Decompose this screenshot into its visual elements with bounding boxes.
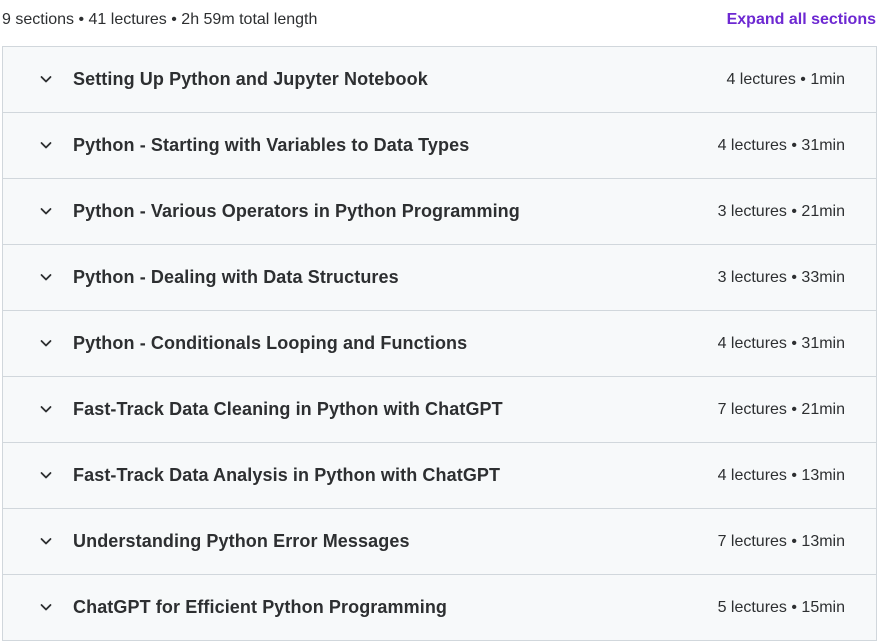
section-row[interactable]: Setting Up Python and Jupyter Notebook 4… — [3, 47, 876, 113]
section-meta: 7 lectures • 21min — [717, 400, 845, 418]
section-title: Understanding Python Error Messages — [73, 531, 410, 551]
chevron-down-icon — [39, 402, 53, 416]
section-title: Fast-Track Data Cleaning in Python with … — [73, 399, 503, 419]
section-meta: 3 lectures • 21min — [717, 202, 845, 220]
section-title: ChatGPT for Efficient Python Programming — [73, 597, 448, 617]
section-meta: 4 lectures • 31min — [717, 334, 845, 352]
chevron-down-icon — [39, 600, 53, 614]
expand-all-sections-button[interactable]: Expand all sections — [727, 11, 879, 29]
section-meta: 3 lectures • 33min — [717, 268, 845, 286]
section-meta: 4 lectures • 13min — [717, 466, 845, 484]
section-title: Python - Conditionals Looping and Functi… — [73, 333, 468, 353]
chevron-down-icon — [39, 72, 53, 86]
section-meta: 7 lectures • 13min — [717, 532, 845, 550]
chevron-down-icon — [39, 204, 53, 218]
chevron-down-icon — [39, 336, 53, 350]
section-row[interactable]: Python - Starting with Variables to Data… — [3, 113, 876, 179]
section-meta: 4 lectures • 1min — [726, 70, 845, 88]
section-title: Setting Up Python and Jupyter Notebook — [73, 69, 428, 89]
section-row[interactable]: Python - Various Operators in Python Pro… — [3, 179, 876, 245]
section-meta: 5 lectures • 15min — [717, 598, 845, 616]
section-title: Python - Dealing with Data Structures — [73, 267, 399, 287]
section-meta: 4 lectures • 31min — [717, 136, 845, 154]
section-row[interactable]: ChatGPT for Efficient Python Programming… — [3, 575, 876, 641]
section-list: Setting Up Python and Jupyter Notebook 4… — [2, 46, 877, 641]
chevron-down-icon — [39, 468, 53, 482]
section-row[interactable]: Python - Dealing with Data Structures 3 … — [3, 245, 876, 311]
chevron-down-icon — [39, 270, 53, 284]
section-title: Fast-Track Data Analysis in Python with … — [73, 465, 501, 485]
section-title: Python - Starting with Variables to Data… — [73, 135, 470, 155]
chevron-down-icon — [39, 138, 53, 152]
section-row[interactable]: Python - Conditionals Looping and Functi… — [3, 311, 876, 377]
curriculum-header: 9 sections • 41 lectures • 2h 59m total … — [0, 0, 879, 40]
section-title: Python - Various Operators in Python Pro… — [73, 201, 520, 221]
chevron-down-icon — [39, 534, 53, 548]
section-row[interactable]: Fast-Track Data Cleaning in Python with … — [3, 377, 876, 443]
section-row[interactable]: Understanding Python Error Messages 7 le… — [3, 509, 876, 575]
section-row[interactable]: Fast-Track Data Analysis in Python with … — [3, 443, 876, 509]
curriculum-summary: 9 sections • 41 lectures • 2h 59m total … — [2, 10, 318, 28]
